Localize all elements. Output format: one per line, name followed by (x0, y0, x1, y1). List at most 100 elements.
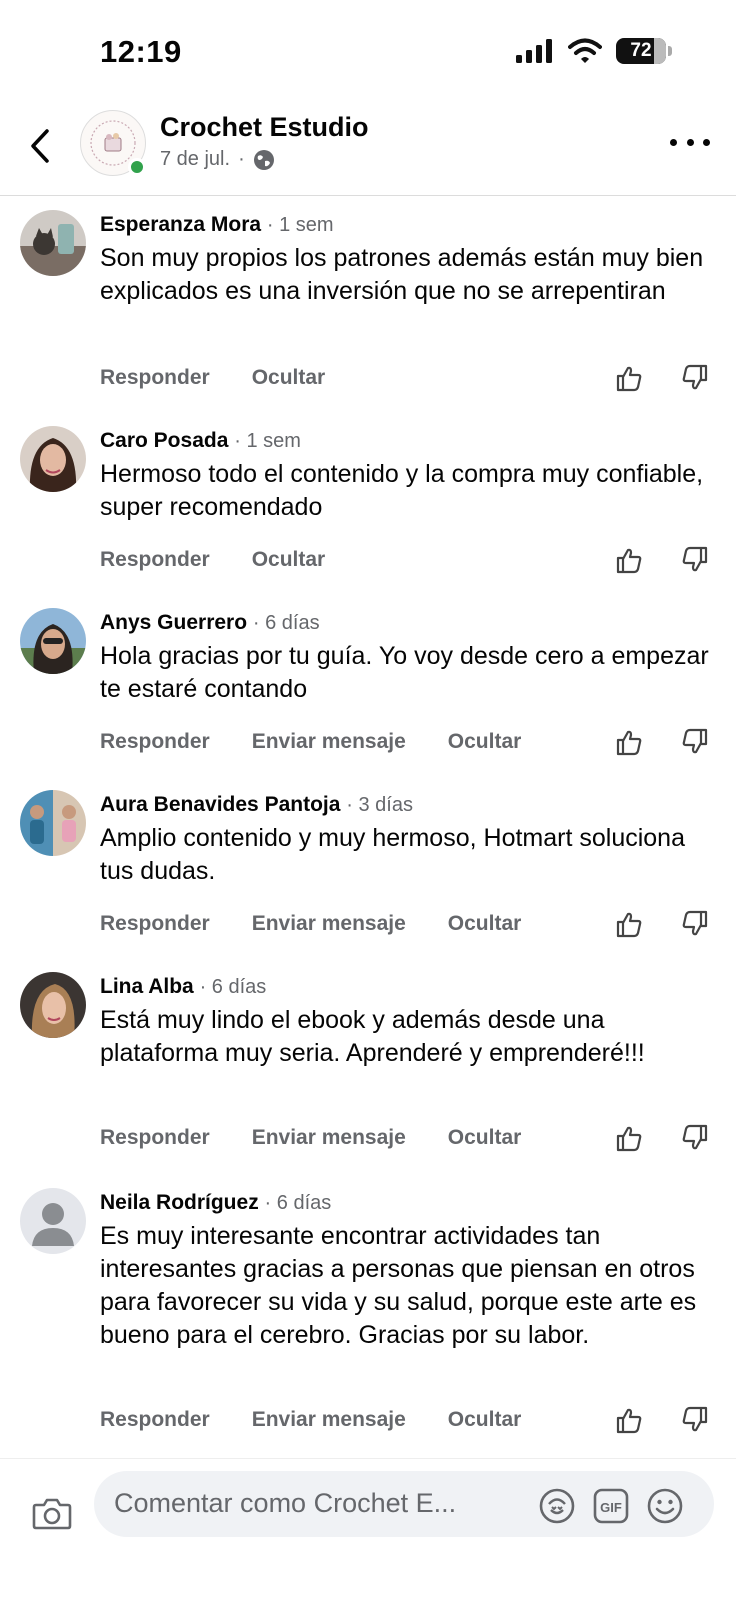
thumbs-up-icon (616, 1408, 642, 1434)
comment-actions: Responder Ocultar (100, 542, 720, 578)
comment-time: · 6 días (199, 976, 267, 998)
comment-composer: Comentar como Crochet E... GIF (0, 1458, 736, 1600)
thumbs-up-icon (616, 730, 642, 756)
reply-button[interactable]: Responder (100, 1408, 210, 1432)
hide-button[interactable]: Ocultar (448, 912, 522, 936)
thumbs-down-icon (682, 364, 708, 390)
page-name[interactable]: Crochet Estudio (160, 112, 369, 143)
post-header: Crochet Estudio 7 de jul. · (0, 100, 736, 196)
post-date: 7 de jul. (160, 148, 231, 170)
comment-actions: Responder Enviar mensaje Ocultar (100, 1402, 720, 1438)
like-button[interactable] (614, 909, 644, 939)
hide-button[interactable]: Ocultar (448, 1126, 522, 1150)
emoji-button[interactable] (646, 1487, 684, 1525)
thumbs-down-icon (682, 1124, 708, 1150)
avatar-sticker-button[interactable] (538, 1487, 576, 1525)
reply-button[interactable]: Responder (100, 366, 210, 390)
send-message-button[interactable]: Enviar mensaje (252, 1126, 406, 1150)
dislike-button[interactable] (680, 1405, 710, 1435)
comment-actions: Responder Enviar mensaje Ocultar (100, 906, 720, 942)
avatar[interactable] (20, 1188, 86, 1254)
comment-time: · 6 días (252, 612, 320, 634)
more-dot-icon (670, 138, 677, 146)
hide-button[interactable]: Ocultar (448, 1408, 522, 1432)
camera-button[interactable] (32, 1493, 72, 1533)
dislike-button[interactable] (680, 363, 710, 393)
camera-icon (32, 1498, 72, 1530)
comment-input-placeholder: Comentar como Crochet E... (114, 1488, 457, 1518)
like-button[interactable] (614, 545, 644, 575)
comment-body: Anys Guerrero · 6 días Hola gracias por … (100, 608, 720, 706)
dislike-button[interactable] (680, 1123, 710, 1153)
like-button[interactable] (614, 1405, 644, 1435)
like-button[interactable] (614, 1123, 644, 1153)
comment-author[interactable]: Caro Posada (100, 429, 228, 452)
comment-header: Neila Rodríguez · 6 días (100, 1188, 726, 1218)
reply-button[interactable]: Responder (100, 730, 210, 754)
thumbs-down-icon (682, 1406, 708, 1432)
comment-header: Anys Guerrero · 6 días (100, 608, 720, 638)
hide-button[interactable]: Ocultar (252, 366, 326, 390)
gif-button[interactable]: GIF (592, 1487, 630, 1525)
comment-author[interactable]: Esperanza Mora (100, 213, 261, 236)
comment-time: · 1 sem (234, 430, 301, 452)
thumbs-up-icon (616, 548, 642, 574)
comment-header: Esperanza Mora · 1 sem (100, 210, 720, 240)
reply-button[interactable]: Responder (100, 548, 210, 572)
wifi-icon (568, 38, 602, 63)
avatar[interactable] (20, 608, 86, 674)
chevron-left-icon (31, 129, 49, 163)
comment-time: · 3 días (346, 794, 413, 816)
hide-button[interactable]: Ocultar (448, 730, 522, 754)
dislike-button[interactable] (680, 909, 710, 939)
avatar[interactable] (20, 790, 86, 856)
avatar[interactable] (20, 426, 86, 492)
online-status-dot (128, 158, 146, 176)
comment-body: Aura Benavides Pantoja · 3 días Amplio c… (100, 790, 720, 888)
comment-text: Está muy lindo el ebook y además desde u… (100, 1006, 645, 1067)
like-button[interactable] (614, 727, 644, 757)
send-message-button[interactable]: Enviar mensaje (252, 730, 406, 754)
meta-separator: · (238, 148, 245, 170)
dislike-button[interactable] (680, 727, 710, 757)
send-message-button[interactable]: Enviar mensaje (252, 912, 406, 936)
thumbs-down-icon (682, 910, 708, 936)
post-meta: 7 de jul. · (160, 148, 275, 171)
more-dot-icon (703, 138, 710, 146)
reply-button[interactable]: Responder (100, 1126, 210, 1150)
battery-icon: 72 (616, 38, 672, 64)
comment-text: Hola gracias por tu guía. Yo voy desde c… (100, 642, 709, 703)
hide-button[interactable]: Ocultar (252, 548, 326, 572)
more-dot-icon (686, 138, 694, 146)
comment-body: Caro Posada · 1 sem Hermoso todo el cont… (100, 426, 720, 524)
reply-button[interactable]: Responder (100, 912, 210, 936)
comment-input[interactable]: Comentar como Crochet E... GIF (94, 1471, 714, 1537)
avatar[interactable] (20, 972, 86, 1038)
more-options-button[interactable] (670, 130, 710, 154)
thumbs-up-icon (616, 366, 642, 392)
comment-author[interactable]: Neila Rodríguez (100, 1191, 259, 1214)
send-message-button[interactable]: Enviar mensaje (252, 1408, 406, 1432)
comment-header: Lina Alba · 6 días (100, 972, 720, 1002)
avatar-sticker-icon (539, 1488, 575, 1524)
dislike-button[interactable] (680, 545, 710, 575)
globe-icon (253, 149, 274, 170)
home-indicator (0, 1564, 736, 1600)
thumbs-up-icon (616, 912, 642, 938)
comment-author[interactable]: Anys Guerrero (100, 611, 247, 634)
like-button[interactable] (614, 363, 644, 393)
comment-text: Son muy propios los patrones además está… (100, 244, 704, 305)
avatar[interactable] (20, 210, 86, 276)
thumbs-down-icon (682, 546, 708, 572)
comment-author[interactable]: Aura Benavides Pantoja (100, 793, 340, 816)
battery-level: 72 (630, 40, 652, 61)
comment-body: Lina Alba · 6 días Está muy lindo el ebo… (100, 972, 720, 1070)
emoji-icon (647, 1488, 683, 1524)
comment-author[interactable]: Lina Alba (100, 975, 194, 998)
back-button[interactable] (24, 124, 56, 168)
comment-header: Caro Posada · 1 sem (100, 426, 720, 456)
comment-actions: Responder Enviar mensaje Ocultar (100, 1120, 720, 1156)
comment-body: Neila Rodríguez · 6 días Es muy interesa… (100, 1188, 726, 1352)
comment-body: Esperanza Mora · 1 sem Son muy propios l… (100, 210, 720, 308)
comment-text: Hermoso todo el contenido y la compra mu… (100, 460, 704, 521)
